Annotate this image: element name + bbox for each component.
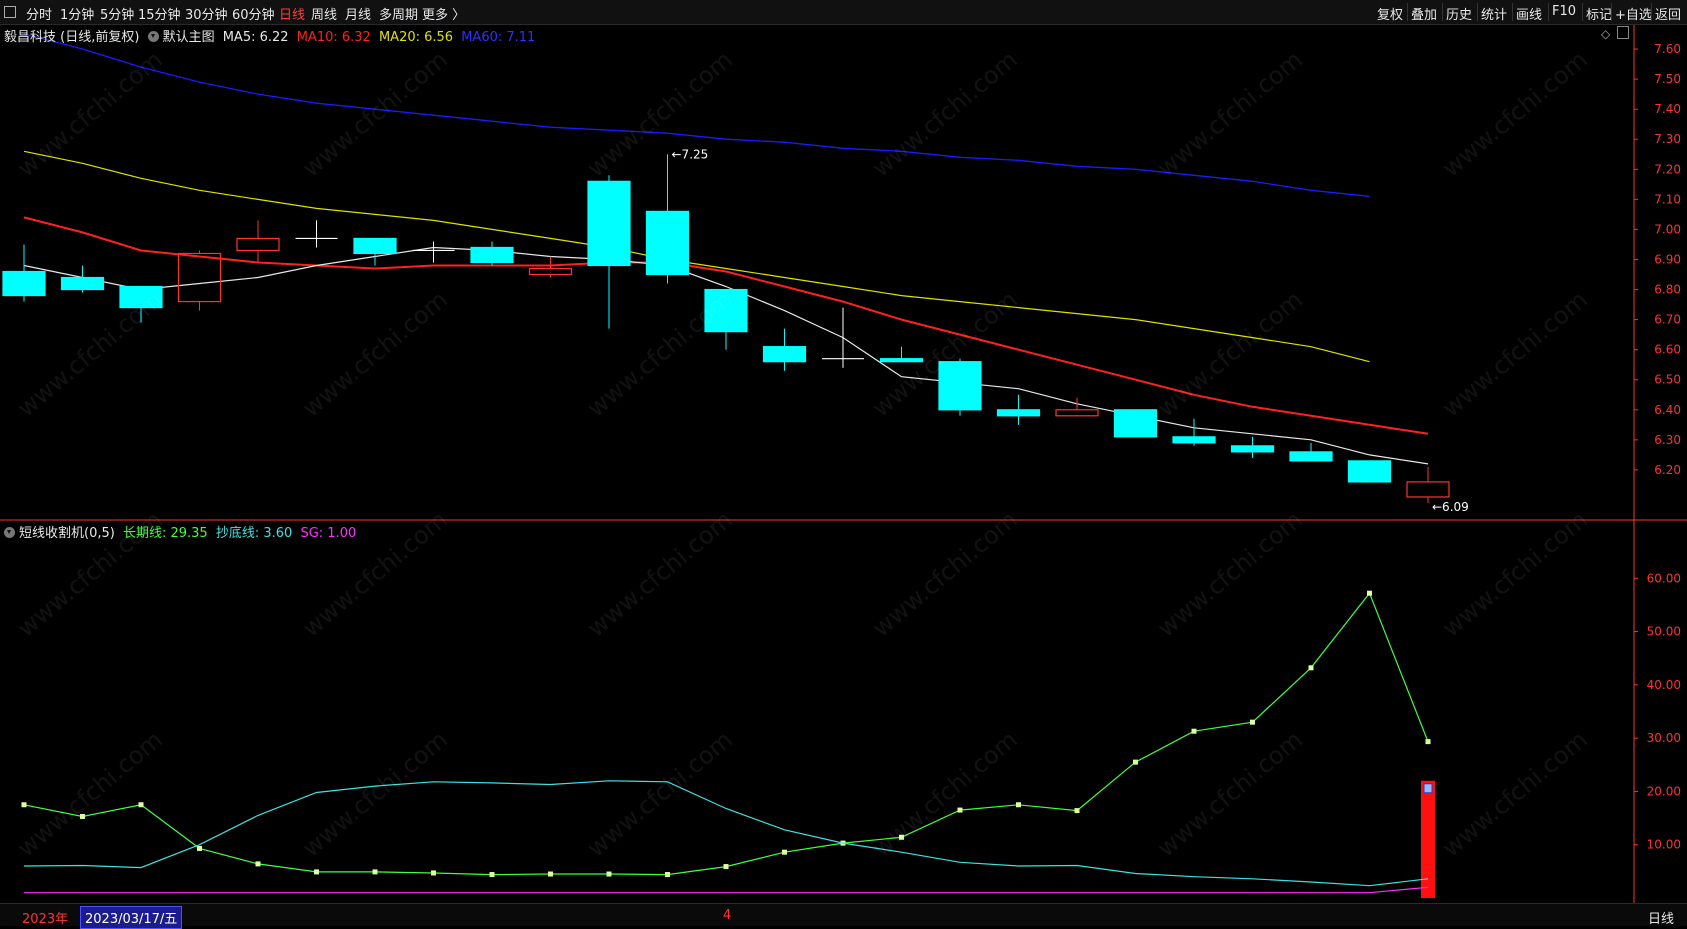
period-label[interactable]: 日线 <box>1648 908 1674 927</box>
diamond-icon[interactable]: ◇ <box>1601 27 1610 41</box>
price-annotation: ←7.25 <box>672 147 709 161</box>
candle-body <box>938 361 982 411</box>
long-line-point <box>431 870 436 876</box>
long-line-value: 长期线: 29.35 <box>122 526 208 541</box>
candle-body <box>1289 451 1333 462</box>
month-marker: 4 <box>723 908 732 923</box>
long-line-point <box>1250 719 1255 725</box>
long-line-point <box>1425 739 1431 745</box>
candle-body <box>879 358 924 363</box>
candle-body <box>470 246 514 264</box>
indicator-tick-label: 50.00 <box>1647 625 1681 639</box>
price-tick-label: 7.10 <box>1654 192 1681 206</box>
indicator-name[interactable]: 默认主图 <box>163 30 215 45</box>
ma5-value: MA5: 6.22 <box>222 30 289 45</box>
price-tick-label: 6.50 <box>1654 373 1681 387</box>
long-line-point <box>1367 590 1372 596</box>
price-tick-label: 6.30 <box>1654 433 1681 447</box>
signal-icon <box>1423 783 1433 794</box>
long-line-point <box>255 861 261 867</box>
price-tick-label: 6.90 <box>1654 252 1681 266</box>
indicator-tick-label: 60.00 <box>1647 571 1681 585</box>
long-line-point <box>606 871 612 877</box>
candle-body <box>1230 445 1275 453</box>
ma20-value: MA20: 6.56 <box>378 30 454 45</box>
dropdown-icon[interactable] <box>147 31 159 42</box>
price-tick-label: 7.00 <box>1654 222 1681 236</box>
candle-body <box>177 252 222 303</box>
price-tick-label: 6.20 <box>1654 463 1681 477</box>
long-line-point <box>1074 808 1080 814</box>
price-tick-label: 7.40 <box>1654 102 1681 116</box>
sub-legend: 短线收割机(0,5) 长期线: 29.35 抄底线: 3.60 SG: 1.00 <box>4 522 360 541</box>
long-line-point <box>1133 759 1138 765</box>
candle-body <box>1055 409 1099 417</box>
ma10-value: MA10: 6.32 <box>296 30 371 45</box>
long-line-point <box>489 872 495 878</box>
sub-indicator-name[interactable]: 短线收割机(0,5) <box>19 526 115 541</box>
ma60-value: MA60: 7.11 <box>461 30 536 45</box>
ma5-line <box>23 246 1429 465</box>
price-tick-label: 6.70 <box>1654 313 1681 327</box>
long-line-point <box>723 864 729 870</box>
price-tick-label: 6.40 <box>1654 403 1681 417</box>
long-line-point <box>899 834 904 840</box>
indicator-tick-label: 10.00 <box>1647 838 1681 852</box>
ma60-line <box>23 33 1370 197</box>
price-annotation: ←6.09 <box>1432 500 1469 514</box>
signal-bar <box>1421 780 1435 898</box>
candle-body <box>60 276 105 291</box>
maximize-icon[interactable] <box>1617 26 1629 39</box>
long-line-point <box>372 869 378 875</box>
bottom-line-value: 抄底线: 3.60 <box>215 526 293 541</box>
candle-body <box>1113 409 1158 438</box>
candle-body <box>528 267 573 276</box>
ma20-line <box>23 150 1370 363</box>
candle-body <box>587 180 631 267</box>
stock-title[interactable]: 毅昌科技 (日线,前复权) <box>4 30 139 45</box>
price-tick-label: 7.30 <box>1654 132 1681 146</box>
long-line-point <box>1016 802 1021 808</box>
bottom-line <box>23 780 1429 887</box>
long-line-point <box>138 802 144 808</box>
candle-body <box>1406 481 1450 498</box>
candle-body <box>704 288 748 333</box>
candle-body <box>1172 436 1216 444</box>
price-tick-label: 7.20 <box>1654 162 1681 176</box>
long-line-point <box>21 802 27 808</box>
date-axis-bar: 2023年 2023/03/17/五 4 日线 <box>0 903 1687 929</box>
candle-body <box>236 237 280 252</box>
candle-body <box>1347 460 1392 483</box>
long-line <box>23 592 1429 876</box>
candle-body <box>645 210 690 276</box>
long-line-point <box>665 872 670 878</box>
candle-body <box>119 285 163 309</box>
sg-line <box>24 886 1429 894</box>
long-line-point <box>957 807 963 813</box>
candle-body <box>762 346 807 363</box>
indicator-tick-label: 30.00 <box>1647 731 1681 745</box>
indicator-tick-label: 20.00 <box>1647 784 1681 798</box>
long-line-point <box>197 845 202 851</box>
chart-canvas[interactable]: 7.60 7.50 7.40 7.30 7.20 7.10 7.00 6.90 6.80 6.70… <box>0 0 1687 925</box>
candle-body <box>2 270 46 297</box>
long-line-point <box>314 869 319 875</box>
long-line-point <box>782 849 787 855</box>
long-line-point <box>1191 728 1197 734</box>
candle-body <box>353 237 397 255</box>
price-tick-label: 6.80 <box>1654 283 1681 297</box>
long-line-point <box>1308 665 1314 671</box>
sg-value: SG: 1.00 <box>300 526 357 541</box>
long-line-point <box>80 813 85 819</box>
price-tick-label: 6.60 <box>1654 343 1681 357</box>
candle-body <box>996 409 1041 417</box>
cursor-date-label: 2023/03/17/五 <box>80 906 183 929</box>
dropdown-icon[interactable] <box>4 527 15 538</box>
price-tick-label: 7.60 <box>1654 42 1681 56</box>
price-tick-label: 7.50 <box>1654 72 1681 86</box>
long-line-point <box>548 871 553 877</box>
year-label: 2023年 <box>22 912 69 927</box>
main-legend: 毅昌科技 (日线,前复权) 默认主图 MA5: 6.22 MA10: 6.32 … <box>4 26 539 45</box>
indicator-tick-label: 40.00 <box>1647 678 1681 692</box>
